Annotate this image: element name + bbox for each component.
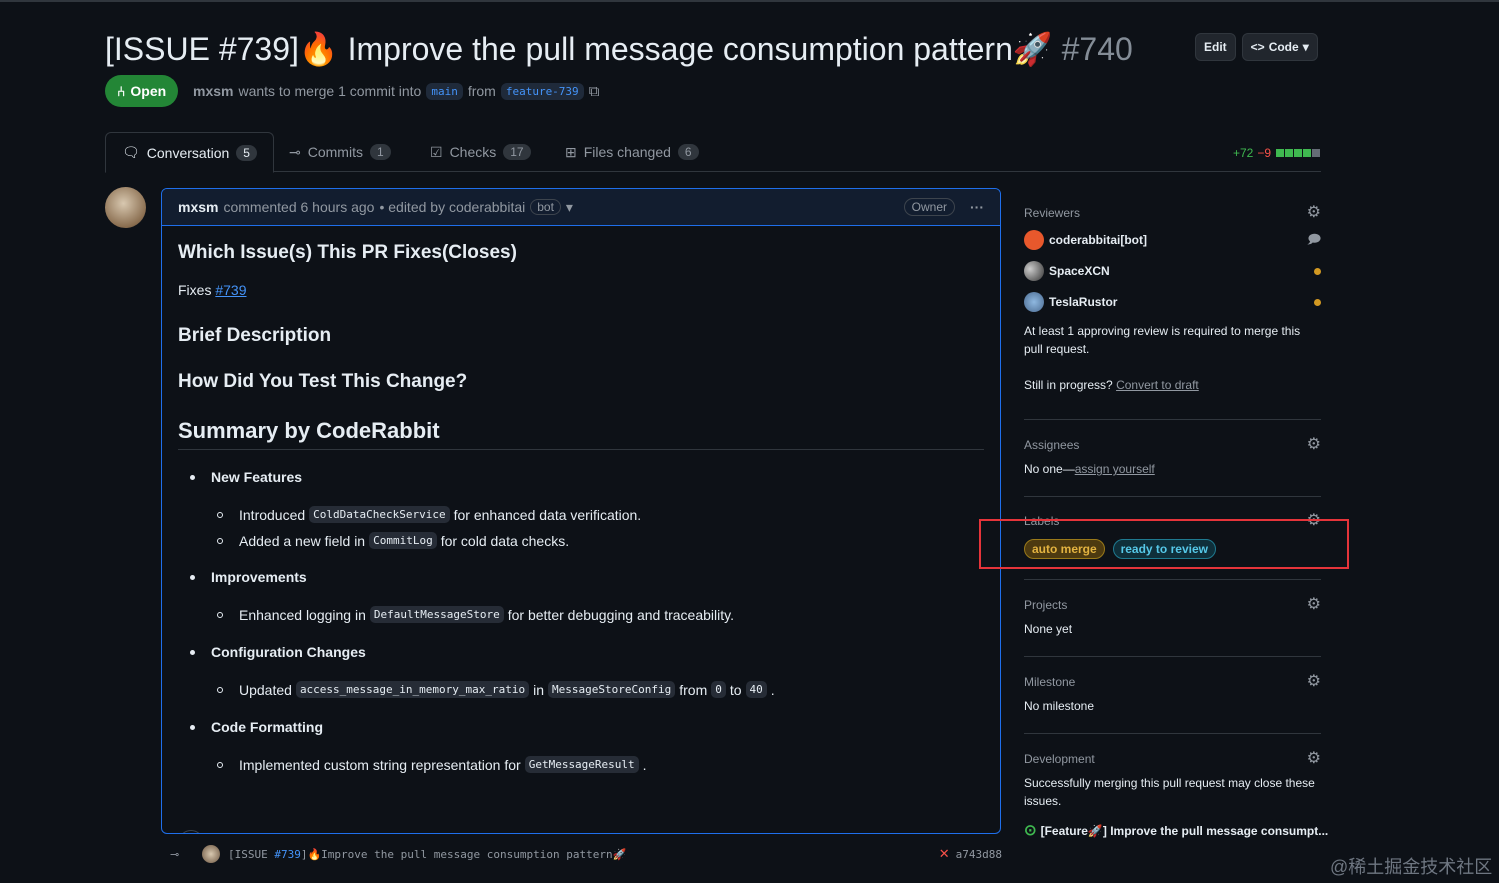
kebab-menu-icon[interactable]: ··· — [970, 199, 984, 215]
commit-message[interactable]: [ISSUE #739]🔥Improve the pull message co… — [228, 848, 626, 861]
code-button[interactable]: <> Code ▾ — [1241, 33, 1318, 61]
pending-dot — [1314, 298, 1321, 306]
gear-icon[interactable]: ⚙ — [1307, 597, 1321, 613]
pr-description-comment: mxsm commented 6 hours ago • edited by c… — [161, 188, 1001, 834]
issue-link[interactable]: #739 — [215, 282, 246, 298]
chevron-down-icon: ▾ — [1302, 40, 1309, 54]
reviewers-section: Reviewers ⚙ coderabbitai[bot] 🗩 SpaceXCN T… — [1024, 204, 1321, 392]
gear-icon[interactable]: ⚙ — [1307, 751, 1321, 767]
pull-request-icon: ⑃ — [117, 83, 126, 99]
page-title: [ISSUE #739]🔥 Improve the pull message c… — [105, 31, 1133, 67]
list-item: Code Formatting — [190, 719, 323, 735]
list-item: Updated access_message_in_memory_max_rati… — [217, 681, 775, 698]
comment-icon[interactable]: 🗩 — [1308, 230, 1321, 251]
heading-test: How Did You Test This Change? — [178, 371, 468, 392]
list-item: New Features — [190, 469, 302, 485]
tab-files-changed[interactable]: ⊞ Files changed 6 — [565, 132, 699, 172]
commit-avatar[interactable] — [202, 845, 220, 863]
list-item: Improvements — [190, 569, 307, 585]
convert-to-draft-link[interactable]: Convert to draft — [1116, 378, 1199, 392]
reviewer-item[interactable]: SpaceXCN — [1024, 259, 1321, 283]
diffstat: +72 −9 — [1233, 146, 1321, 160]
file-diff-icon: ⊞ — [565, 143, 577, 160]
linked-issue[interactable]: ⊙ [Feature🚀] Improve the pull message con… — [1024, 822, 1328, 840]
top-border — [0, 0, 1499, 2]
divider — [178, 449, 984, 450]
list-item: Configuration Changes — [190, 644, 366, 660]
commit-icon: ⊸ — [170, 848, 180, 861]
watermark: @稀土掘金技术社区 — [1330, 857, 1493, 877]
copy-icon[interactable]: ⧉ — [589, 83, 600, 100]
gear-icon[interactable]: ⚙ — [1307, 674, 1321, 690]
checklist-icon: ☑ — [430, 143, 443, 160]
bot-badge: bot — [530, 199, 561, 215]
highlight-box — [979, 519, 1349, 569]
fixes-line: Fixes #739 — [178, 282, 247, 298]
list-item: Introduced ColdDataCheckService for enhanc… — [217, 506, 641, 523]
assignees-section: Assignees ⚙ No one—assign yourself — [1024, 436, 1321, 477]
code-icon: <> — [1250, 40, 1265, 54]
base-branch[interactable]: main — [426, 82, 463, 100]
edit-button[interactable]: Edit — [1195, 33, 1236, 61]
gear-icon[interactable]: ⚙ — [1307, 437, 1321, 453]
merge-info: mxsm wants to merge 1 commit into main f… — [193, 82, 600, 100]
list-item: Enhanced logging in DefaultMessageStore fo… — [217, 606, 734, 623]
x-icon: ✕ — [938, 846, 950, 861]
reviewer-item[interactable]: coderabbitai[bot] 🗩 — [1024, 228, 1321, 252]
heading-brief: Brief Description — [178, 325, 332, 346]
author-link[interactable]: mxsm — [193, 83, 233, 99]
commit-sha[interactable]: a743d88 — [956, 848, 1002, 861]
comment-author[interactable]: mxsm — [178, 199, 218, 215]
avatar — [1024, 292, 1044, 312]
commit-icon: ⊸ — [289, 143, 301, 160]
pr-tabs: 🗨 Conversation 5 ⊸ Commits 1 ☑ Checks 17 ⊞ File… — [105, 132, 1321, 173]
chevron-down-icon[interactable]: ▾ — [566, 199, 573, 216]
comment-icon: 🗨 — [122, 144, 140, 160]
tab-checks[interactable]: ☑ Checks 17 — [430, 132, 531, 172]
owner-badge: Owner — [903, 198, 955, 216]
commit-row: ⊸ [ISSUE #739]🔥Improve the pull message … — [170, 842, 1002, 866]
development-section: Development ⚙ Successfully merging this p… — [1024, 750, 1329, 840]
issue-open-icon: ⊙ — [1024, 822, 1037, 839]
status-badge: ⑃ Open — [105, 75, 179, 107]
heading-fixes: Which Issue(s) This PR Fixes(Closes) — [178, 242, 517, 263]
tab-conversation[interactable]: 🗨 Conversation 5 — [105, 132, 274, 173]
list-item: Implemented custom string representation… — [217, 756, 647, 773]
head-branch[interactable]: feature-739 — [500, 82, 584, 100]
list-item: Added a new field in CommitLog for cold da… — [217, 532, 569, 549]
avatar — [1024, 230, 1044, 250]
assign-yourself-link[interactable]: assign yourself — [1075, 462, 1155, 476]
heading-summary: Summary by CodeRabbit — [178, 418, 440, 443]
pending-dot — [1314, 267, 1321, 275]
tab-commits[interactable]: ⊸ Commits 1 — [289, 132, 391, 172]
avatar — [1024, 261, 1044, 281]
projects-section: Projects ⚙ None yet — [1024, 596, 1321, 637]
pr-number: #740 — [1061, 31, 1133, 67]
milestone-section: Milestone ⚙ No milestone — [1024, 673, 1321, 714]
comment-header: mxsm commented 6 hours ago • edited by c… — [162, 189, 1000, 226]
add-reaction-button[interactable]: ☺ — [178, 830, 204, 833]
reviewer-item[interactable]: TeslaRustor — [1024, 290, 1321, 314]
gear-icon[interactable]: ⚙ — [1307, 205, 1321, 221]
avatar[interactable] — [105, 187, 146, 228]
